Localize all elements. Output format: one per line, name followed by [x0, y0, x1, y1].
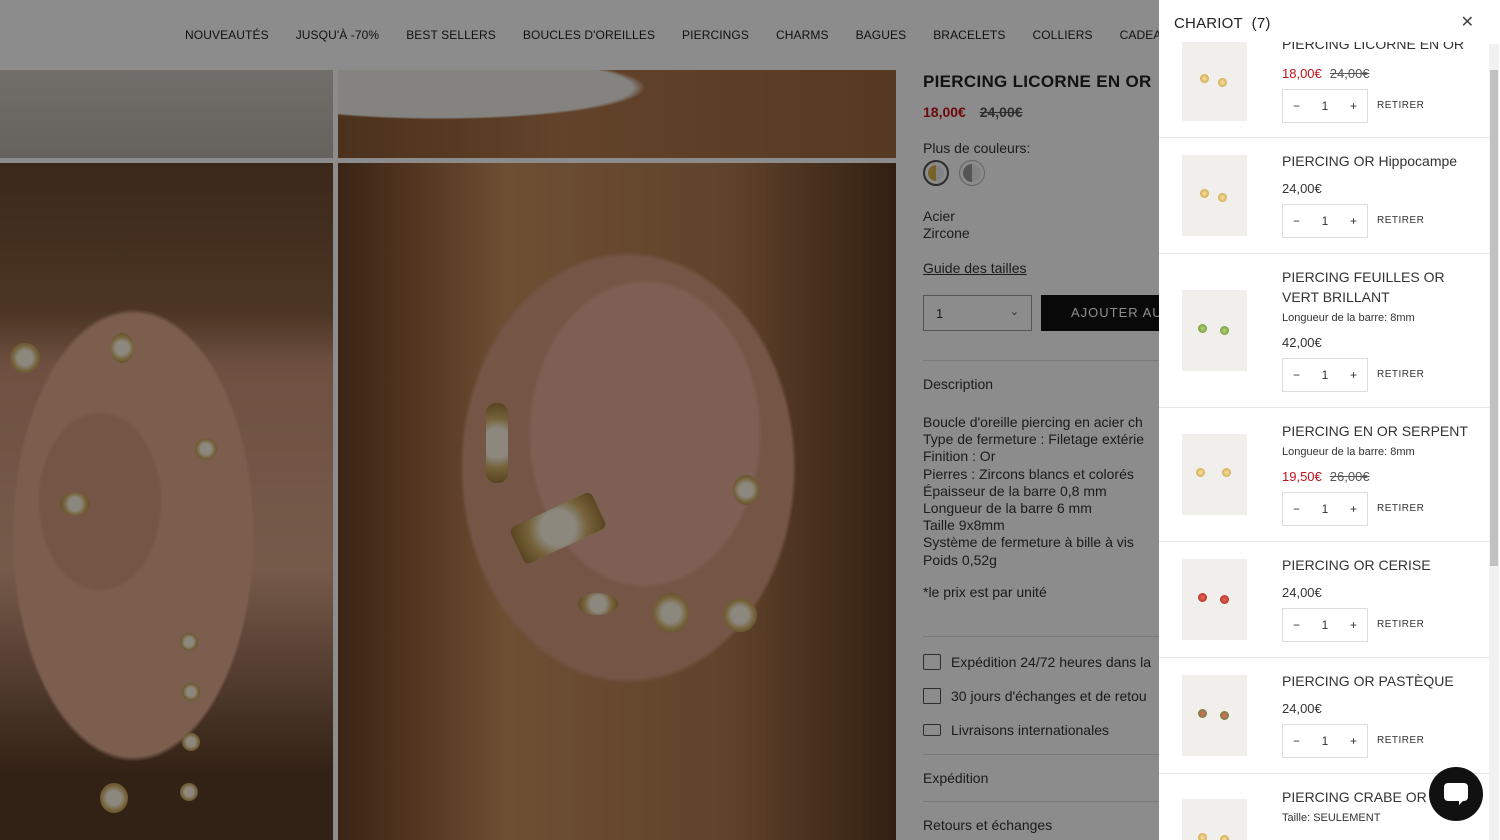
- item-price: 18,00€ 24,00€: [1282, 66, 1370, 81]
- item-price: 24,00€: [1282, 701, 1322, 716]
- item-old-price: 24,00€: [1329, 66, 1370, 81]
- minus-icon[interactable]: −: [1293, 99, 1300, 113]
- item-sale-price: 24,00€: [1282, 181, 1322, 196]
- item-thumbnail[interactable]: [1182, 675, 1247, 756]
- cart-scrollbar-thumb[interactable]: [1490, 70, 1498, 566]
- item-price: 42,00€: [1282, 335, 1322, 350]
- cart-header: CHARIOT (7) ✕: [1159, 0, 1500, 42]
- item-sale-price: 24,00€: [1282, 585, 1322, 600]
- item-variant: Longueur de la barre: 8mm: [1282, 446, 1415, 458]
- minus-icon[interactable]: −: [1293, 214, 1300, 228]
- quantity-value: 1: [1321, 368, 1329, 382]
- item-variant: Taille: SEULEMENT: [1282, 812, 1380, 824]
- minus-icon[interactable]: −: [1293, 502, 1300, 516]
- item-name[interactable]: PIERCING FEUILLES OR VERT BRILLANT: [1282, 267, 1477, 307]
- quantity-stepper: − 1 +: [1282, 608, 1368, 642]
- cart-item: PIERCING EN OR SERPENT Longueur de la ba…: [1159, 408, 1489, 542]
- variant-value: 8mm: [1390, 312, 1415, 324]
- cart-item: PIERCING OR PASTÈQUE 24,00€ − 1 + RETIRE…: [1159, 658, 1489, 774]
- quantity-value: 1: [1321, 99, 1329, 113]
- minus-icon[interactable]: −: [1293, 368, 1300, 382]
- remove-button[interactable]: RETIRER: [1377, 100, 1424, 111]
- quantity-stepper: − 1 +: [1282, 204, 1368, 238]
- item-thumbnail[interactable]: [1182, 434, 1247, 515]
- minus-icon[interactable]: −: [1293, 618, 1300, 632]
- remove-button[interactable]: RETIRER: [1377, 503, 1424, 514]
- item-name[interactable]: PIERCING EN OR SERPENT: [1282, 421, 1477, 441]
- cart-item: PIERCING OR CERISE 24,00€ − 1 + RETIRER: [1159, 542, 1489, 658]
- cart-title: CHARIOT (7): [1174, 15, 1271, 32]
- item-sale-price: 19,50€: [1282, 469, 1322, 484]
- variant-label: Longueur de la barre:: [1282, 446, 1388, 458]
- minus-icon[interactable]: −: [1293, 734, 1300, 748]
- quantity-stepper: − 1 +: [1282, 724, 1368, 758]
- quantity-value: 1: [1321, 618, 1329, 632]
- cart-drawer: CHARIOT (7) ✕ PIERCING LICORNE EN OR 18,…: [1159, 0, 1500, 840]
- plus-icon[interactable]: +: [1350, 214, 1357, 228]
- page-overlay[interactable]: [0, 0, 1159, 840]
- item-thumbnail[interactable]: [1182, 559, 1247, 640]
- item-thumbnail[interactable]: [1182, 290, 1247, 371]
- item-variant: Longueur de la barre: 8mm: [1282, 312, 1415, 324]
- remove-button[interactable]: RETIRER: [1377, 215, 1424, 226]
- quantity-stepper: − 1 +: [1282, 89, 1368, 123]
- quantity-stepper: − 1 +: [1282, 358, 1368, 392]
- remove-button[interactable]: RETIRER: [1377, 369, 1424, 380]
- cart-count: (7): [1251, 15, 1271, 32]
- plus-icon[interactable]: +: [1350, 502, 1357, 516]
- item-price: 24,00€: [1282, 181, 1322, 196]
- item-thumbnail[interactable]: [1182, 155, 1247, 236]
- chat-icon[interactable]: [1429, 767, 1483, 821]
- close-icon[interactable]: ✕: [1461, 12, 1474, 32]
- variant-value: 8mm: [1390, 446, 1415, 458]
- item-thumbnail[interactable]: [1182, 799, 1247, 840]
- cart-item: PIERCING FEUILLES OR VERT BRILLANT Longu…: [1159, 254, 1489, 408]
- variant-label: Longueur de la barre:: [1282, 312, 1388, 324]
- quantity-stepper: − 1 +: [1282, 492, 1368, 526]
- item-name[interactable]: PIERCING OR Hippocampe: [1282, 151, 1477, 171]
- item-sale-price: 42,00€: [1282, 335, 1322, 350]
- item-thumbnail[interactable]: [1182, 40, 1247, 121]
- item-name[interactable]: PIERCING OR CERISE: [1282, 555, 1477, 575]
- item-name[interactable]: PIERCING OR PASTÈQUE: [1282, 671, 1477, 691]
- plus-icon[interactable]: +: [1350, 618, 1357, 632]
- item-sale-price: 18,00€: [1282, 66, 1322, 81]
- cart-title-text: CHARIOT: [1174, 15, 1243, 32]
- quantity-value: 1: [1321, 734, 1329, 748]
- variant-label: Taille:: [1282, 812, 1311, 824]
- plus-icon[interactable]: +: [1350, 734, 1357, 748]
- quantity-value: 1: [1321, 502, 1329, 516]
- item-price: 19,50€ 26,00€: [1282, 469, 1370, 484]
- cart-item: PIERCING OR Hippocampe 24,00€ − 1 + RETI…: [1159, 138, 1489, 254]
- item-price: 24,00€: [1282, 585, 1322, 600]
- item-sale-price: 24,00€: [1282, 701, 1322, 716]
- item-old-price: 26,00€: [1329, 469, 1370, 484]
- quantity-value: 1: [1321, 214, 1329, 228]
- remove-button[interactable]: RETIRER: [1377, 619, 1424, 630]
- remove-button[interactable]: RETIRER: [1377, 735, 1424, 746]
- plus-icon[interactable]: +: [1350, 368, 1357, 382]
- plus-icon[interactable]: +: [1350, 99, 1357, 113]
- variant-value: SEULEMENT: [1313, 812, 1381, 824]
